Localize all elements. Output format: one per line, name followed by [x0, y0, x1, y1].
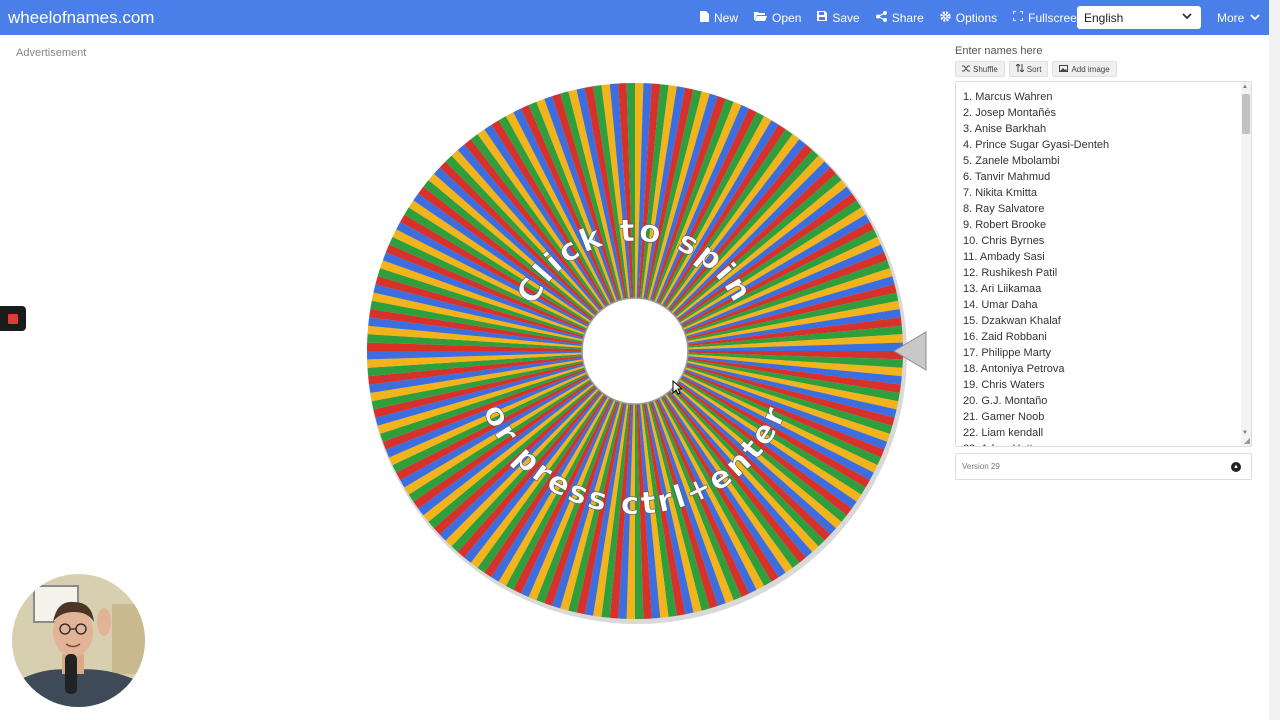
name-entry: 20. G.J. Montaño — [963, 395, 1048, 407]
options-label: Options — [955, 10, 998, 25]
advertisement-label: Advertisement — [16, 47, 87, 59]
scroll-up-icon[interactable]: ▲ — [1242, 84, 1248, 90]
sort-button[interactable]: Sort — [1008, 61, 1049, 77]
folder-open-icon — [754, 11, 768, 24]
name-entry: 21. Gamer Noob — [963, 411, 1045, 423]
name-entry: 13. Ari Liikamaa — [963, 283, 1042, 295]
sort-icon — [1015, 63, 1025, 74]
name-entry: 3. Anise Barkhah — [963, 123, 1047, 135]
names-toolbar: Shuffle Sort Add image — [955, 61, 1253, 77]
name-entry: 7. Nikita Kmitta — [963, 187, 1037, 199]
names-panel: Enter names here Shuffle Sort Add image … — [955, 45, 1253, 480]
name-entry: 5. Zanele Mbolambi — [963, 155, 1060, 167]
mouse-cursor — [672, 379, 684, 400]
name-entry: 10. Chris Byrnes — [963, 235, 1045, 247]
name-entry: 18. Antoniya Petrova — [963, 363, 1065, 375]
name-entry: 1. Marcus Wahren — [963, 91, 1053, 103]
floppy-disk-icon — [817, 11, 828, 24]
sort-label: Sort — [1026, 64, 1042, 74]
name-entry: 15. Dzakwan Khalaf — [963, 315, 1061, 327]
save-button[interactable]: Save — [817, 10, 860, 25]
version-bar: Version 29 ▲ — [955, 453, 1252, 480]
wheel-pointer — [893, 331, 927, 376]
language-value: English — [1084, 10, 1124, 25]
open-button[interactable]: Open — [754, 11, 801, 25]
name-entry: 8. Ray Salvatore — [963, 203, 1045, 215]
site-logo[interactable]: wheelofnames.com — [8, 8, 154, 28]
share-label: Share — [891, 10, 924, 25]
names-panel-title: Enter names here — [955, 45, 1043, 57]
name-entry: 22. Liam kendall — [963, 427, 1044, 439]
name-entry: 16. Zaid Robbani — [963, 331, 1047, 343]
top-navbar: wheelofnames.com New Open Save Share Opt… — [0, 0, 1269, 35]
name-entry: 11. Ambady Sasi — [963, 251, 1045, 263]
share-button[interactable]: Share — [875, 10, 924, 25]
names-textarea[interactable]: 1. Marcus Wahren 2. Josep Montañés 3. Anis… — [955, 81, 1252, 447]
add-image-button[interactable]: Add image — [1052, 61, 1117, 77]
nav-menu: New Open Save Share Options Fullscreen — [700, 0, 1099, 35]
file-icon — [700, 10, 709, 25]
new-button[interactable]: New — [700, 10, 739, 25]
name-entry: 19. Chris Waters — [963, 379, 1045, 391]
scroll-thumb[interactable] — [1242, 94, 1250, 134]
name-entry: 2. Josep Montañés — [963, 107, 1056, 119]
name-entry: 4. Prince Sugar Gyasi-Denteh — [963, 139, 1110, 151]
shuffle-button[interactable]: Shuffle — [955, 61, 1005, 77]
fullscreen-label: Fullscreen — [1028, 10, 1084, 25]
name-entry: 17. Philippe Marty — [963, 347, 1052, 359]
names-scrollbar[interactable]: ▲ ▼ — [1241, 82, 1251, 446]
webcam-overlay — [12, 574, 145, 707]
fullscreen-button[interactable]: Fullscreen — [1012, 10, 1084, 25]
version-label: Version 29 — [962, 462, 1000, 471]
save-label: Save — [832, 10, 860, 25]
more-label: More — [1217, 11, 1245, 25]
chevron-down-icon — [1250, 13, 1260, 24]
shuffle-label: Shuffle — [973, 64, 998, 74]
wheel-graphic[interactable]: Click to spin or press ctrl+enter — [362, 78, 908, 624]
new-label: New — [714, 10, 739, 25]
open-label: Open — [772, 10, 802, 25]
add-image-label: Add image — [1071, 64, 1110, 74]
stop-icon — [8, 314, 18, 324]
shuffle-icon — [962, 65, 970, 74]
more-menu-button[interactable]: More — [1217, 11, 1260, 25]
resize-handle-icon[interactable]: ◢ — [1244, 436, 1250, 445]
language-select[interactable]: English — [1077, 6, 1201, 29]
chevron-down-icon — [1182, 11, 1192, 23]
name-entry: 12. Rushikesh Patil — [963, 267, 1058, 279]
name-entry: 23. Adam Hutt — [963, 441, 1251, 446]
collapse-icon[interactable]: ▲ — [1231, 462, 1241, 472]
record-stop-button[interactable] — [0, 306, 26, 331]
name-entry: 9. Robert Brooke — [963, 219, 1047, 231]
names-list: 1. Marcus Wahren 2. Josep Montañés 3. Anis… — [956, 82, 1251, 446]
name-entry: 14. Umar Daha — [963, 299, 1038, 311]
page-scrollbar[interactable] — [1269, 0, 1280, 720]
gear-icon — [940, 10, 951, 25]
expand-icon — [1012, 10, 1024, 24]
name-entry: 6. Tanvir Mahmud — [963, 171, 1051, 183]
wheel[interactable]: Click to spin or press ctrl+enter — [362, 78, 908, 624]
image-icon — [1059, 64, 1069, 74]
share-icon — [875, 10, 887, 25]
options-button[interactable]: Options — [940, 11, 997, 25]
